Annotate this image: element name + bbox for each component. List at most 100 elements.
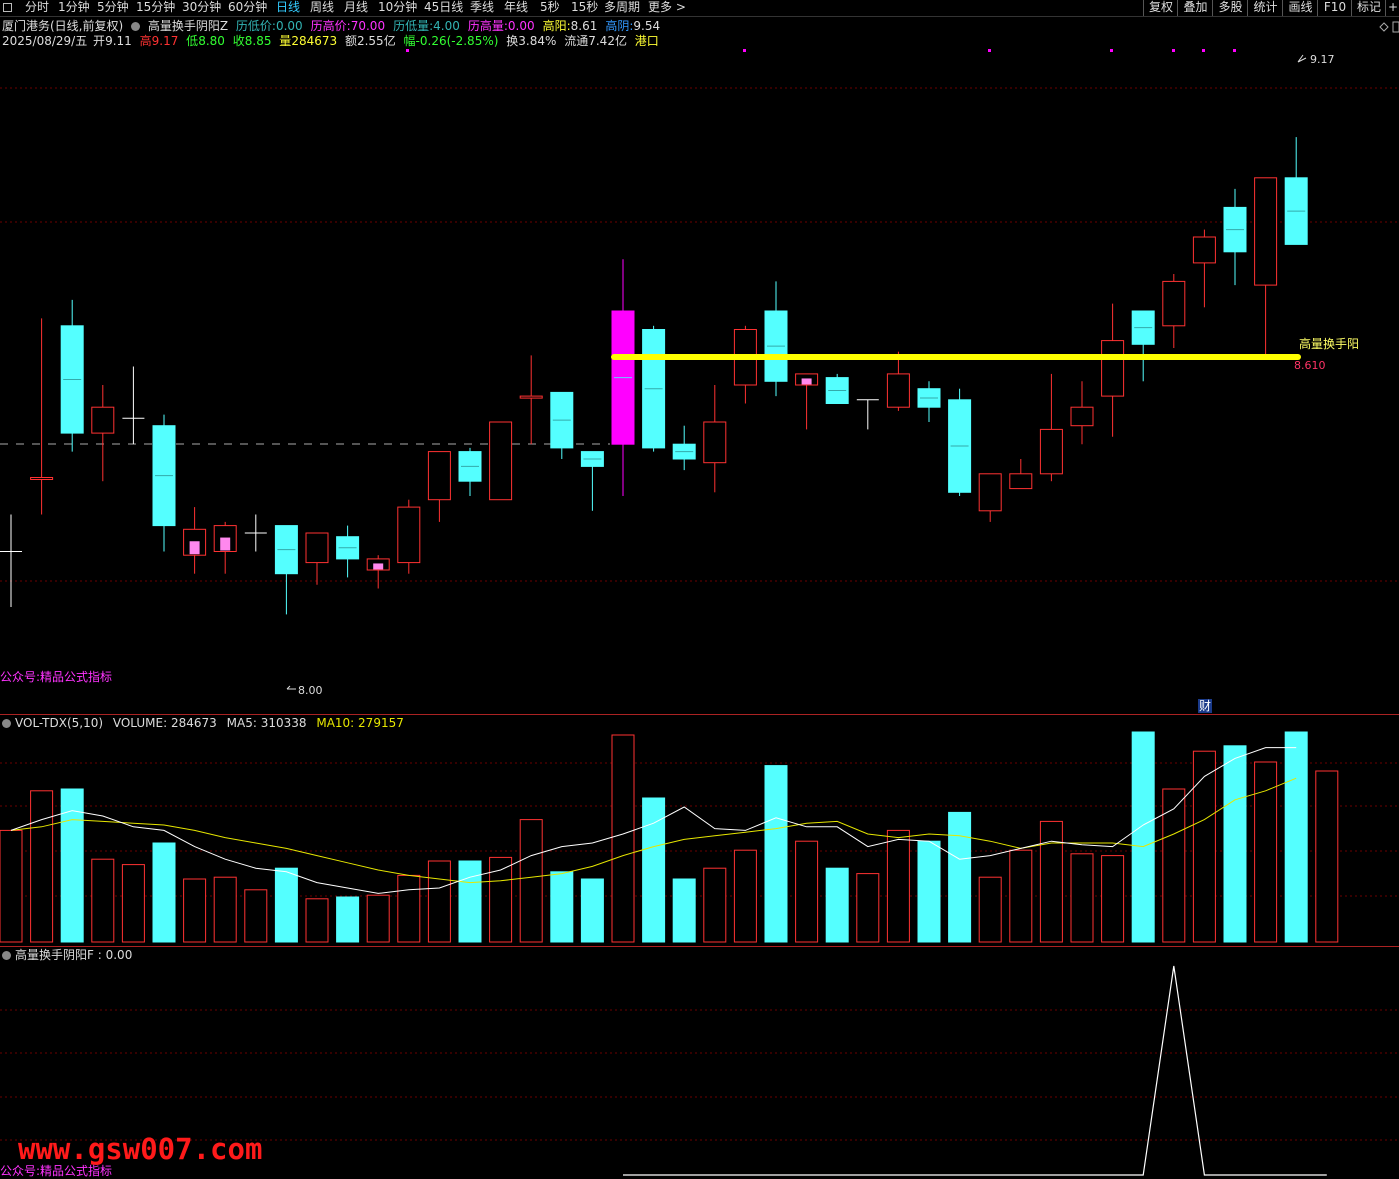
ma5-label: MA5: <box>226 716 257 730</box>
ma10-label: MA10: <box>316 716 355 730</box>
candle-marker <box>373 563 384 570</box>
candle <box>305 532 329 585</box>
candle <box>30 318 54 515</box>
volume-bar <box>1039 820 1063 943</box>
volume-bar <box>30 790 54 943</box>
volume-settings-icon[interactable] <box>2 719 11 728</box>
candle <box>213 521 237 574</box>
candle <box>1162 274 1186 348</box>
candle <box>856 399 879 430</box>
chart-canvas[interactable] <box>0 0 1399 1179</box>
candle-body <box>1101 340 1125 397</box>
candle-body <box>1009 473 1033 490</box>
signal-dot <box>1172 49 1175 52</box>
candle <box>0 514 22 607</box>
candle-body <box>703 421 727 464</box>
candle-body <box>1192 236 1216 264</box>
candle <box>397 499 421 574</box>
signal-dot <box>1202 49 1205 52</box>
finance-marker[interactable]: 财 <box>1198 699 1213 713</box>
volume-title: VOL-TDX(5,10) <box>15 716 104 730</box>
candle <box>642 325 666 452</box>
candle-marker <box>220 537 231 551</box>
volume-bar <box>825 867 849 943</box>
volume-bar <box>519 819 543 943</box>
candle <box>703 385 727 493</box>
candle <box>183 507 207 574</box>
site-watermark: www.gsw007.com <box>18 1132 263 1166</box>
max-price-label: 9.17 <box>1310 53 1335 66</box>
candle-body <box>30 477 54 480</box>
volume-bar <box>244 889 268 943</box>
candle <box>1284 137 1308 245</box>
candle <box>60 299 84 452</box>
volume-bar <box>1162 788 1186 943</box>
volume-bar <box>397 874 421 943</box>
candle <box>978 473 1002 522</box>
signal-dot <box>743 49 746 52</box>
candle <box>886 351 910 411</box>
candle <box>1101 303 1125 437</box>
candle <box>1039 373 1063 482</box>
candle <box>1009 459 1033 490</box>
candle <box>825 373 849 405</box>
candle-marker <box>189 541 200 555</box>
indicator-value: 0.00 <box>105 948 133 962</box>
candle-body <box>427 451 451 501</box>
signal-dot <box>406 49 409 52</box>
volume-bar <box>580 878 604 943</box>
volume-bar <box>948 811 972 943</box>
volume-bar <box>305 898 329 943</box>
candle-body <box>397 506 421 564</box>
candle <box>1254 177 1278 360</box>
candle <box>611 259 635 496</box>
volume-bar <box>917 840 941 943</box>
candle-body <box>489 421 513 501</box>
candle-body <box>519 395 543 399</box>
candle <box>1192 229 1216 308</box>
signal-dot <box>988 49 991 52</box>
candle-body <box>305 532 329 564</box>
volume-bar <box>856 873 880 943</box>
ma5-value: 310338 <box>260 716 307 730</box>
min-price-label: 8.00 <box>298 684 323 697</box>
candle <box>458 447 482 496</box>
volume-bar <box>0 829 23 943</box>
volume-value: 284673 <box>170 716 217 730</box>
candle <box>122 366 145 445</box>
candle <box>1070 381 1094 445</box>
high-volume-line-value: 8.610 <box>1294 359 1326 372</box>
volume-bar <box>1070 853 1094 943</box>
candle <box>336 525 360 578</box>
signal-dot <box>1233 49 1236 52</box>
volume-bar <box>91 858 115 943</box>
volume-bar <box>1192 750 1216 943</box>
candle-body <box>1070 406 1094 427</box>
volume-bar <box>550 871 574 943</box>
volume-bar <box>213 876 237 943</box>
main-pane-watermark: 公众号:精品公式指标 <box>0 670 113 684</box>
candle-body <box>1039 428 1063 475</box>
candle-body <box>886 373 910 408</box>
volume-bar <box>1223 745 1247 943</box>
volume-bar <box>978 876 1002 943</box>
indicator-settings-icon[interactable] <box>2 951 11 960</box>
volume-bar <box>458 860 482 943</box>
candle <box>580 451 604 511</box>
candle <box>917 381 941 422</box>
ma10-value: 279157 <box>358 716 404 730</box>
candle <box>427 451 451 522</box>
volume-bar <box>183 878 207 943</box>
volume-bar <box>764 765 788 943</box>
candle <box>91 385 115 482</box>
volume-bar <box>1284 731 1308 943</box>
candle-marker <box>801 378 812 385</box>
candle <box>274 525 298 615</box>
volume-bar <box>1009 849 1033 943</box>
candle <box>1223 188 1247 286</box>
candle <box>550 391 574 459</box>
indicator-value-label: : <box>97 948 102 962</box>
panel-toggle-icon <box>1392 21 1399 33</box>
candle <box>519 355 543 445</box>
volume-bar <box>1254 761 1278 943</box>
